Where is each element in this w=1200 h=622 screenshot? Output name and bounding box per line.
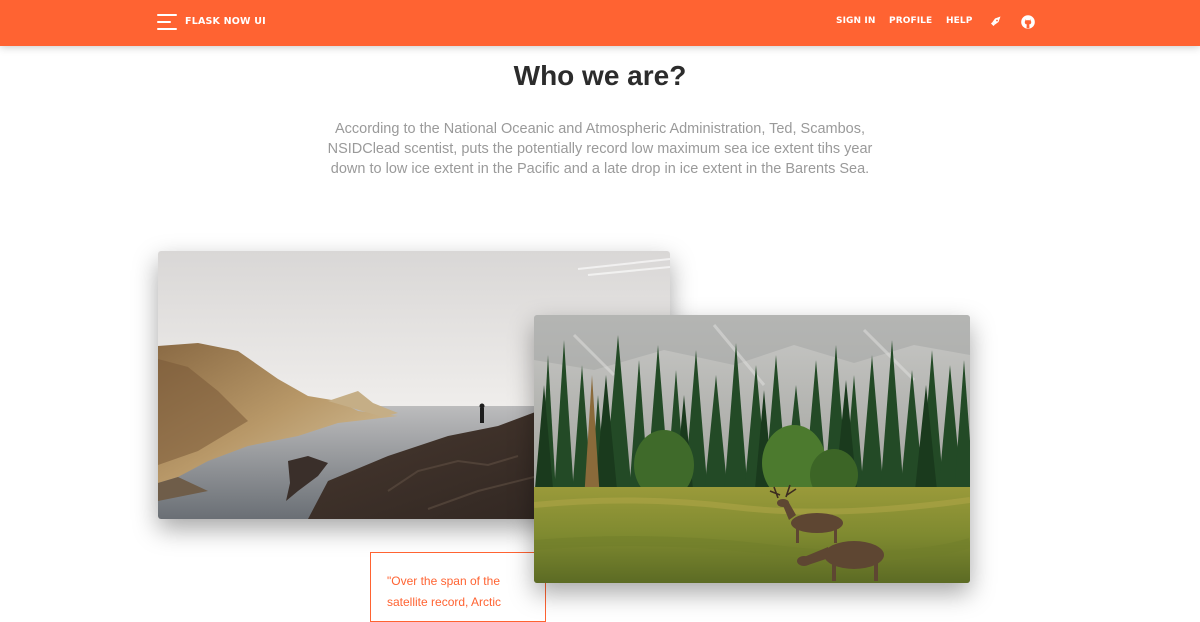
- menu-icon[interactable]: [157, 14, 177, 30]
- nav-profile-link[interactable]: PROFILE: [889, 16, 932, 26]
- nav-sign-in-link[interactable]: SIGN IN: [836, 16, 875, 26]
- navbar: FLASK NOW UI SIGN IN PROFILE HELP: [0, 0, 1200, 46]
- nav-help-link[interactable]: HELP: [946, 16, 972, 26]
- brand-link[interactable]: FLASK NOW UI: [185, 16, 266, 27]
- rocket-icon[interactable]: [988, 13, 1004, 31]
- intro-paragraph: According to the National Oceanic and At…: [327, 121, 873, 177]
- page-title: Who we are?: [513, 60, 687, 91]
- forest-deer-image: [534, 315, 970, 583]
- quote-box: "Over the span of the satellite record, …: [370, 552, 546, 622]
- github-icon[interactable]: [1020, 13, 1036, 31]
